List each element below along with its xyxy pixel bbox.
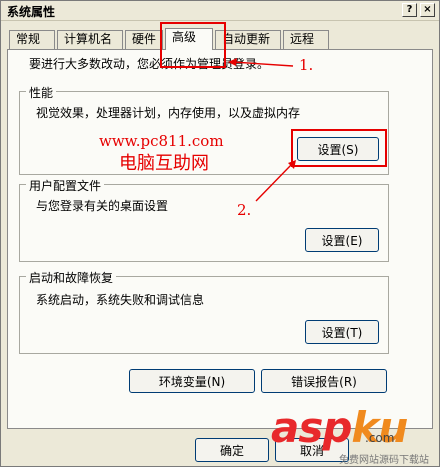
site-logo: aspku .com 免费网站源码下载站 (269, 403, 440, 468)
logo-tagline: .com (365, 431, 395, 445)
arrow-line-1 (232, 61, 294, 67)
system-properties-window: 系统属性 ? × 常规 计算机名 硬件 高级 自动更新 远程 要进行大多数改动，… (0, 0, 440, 467)
arrow-line-2 (255, 163, 293, 202)
arrow-head-1 (228, 58, 237, 66)
annotation-arrows (228, 58, 296, 202)
step-1-label: 1. (299, 56, 314, 74)
watermark-name: 电脑互助网 (119, 153, 209, 174)
logo-subtitle: 免费网站源码下载站 (339, 455, 429, 466)
step-2-label: 2. (237, 201, 252, 219)
watermark-url: www.pc811.com (99, 132, 224, 150)
tab-advanced[interactable]: 高级 (165, 28, 213, 50)
